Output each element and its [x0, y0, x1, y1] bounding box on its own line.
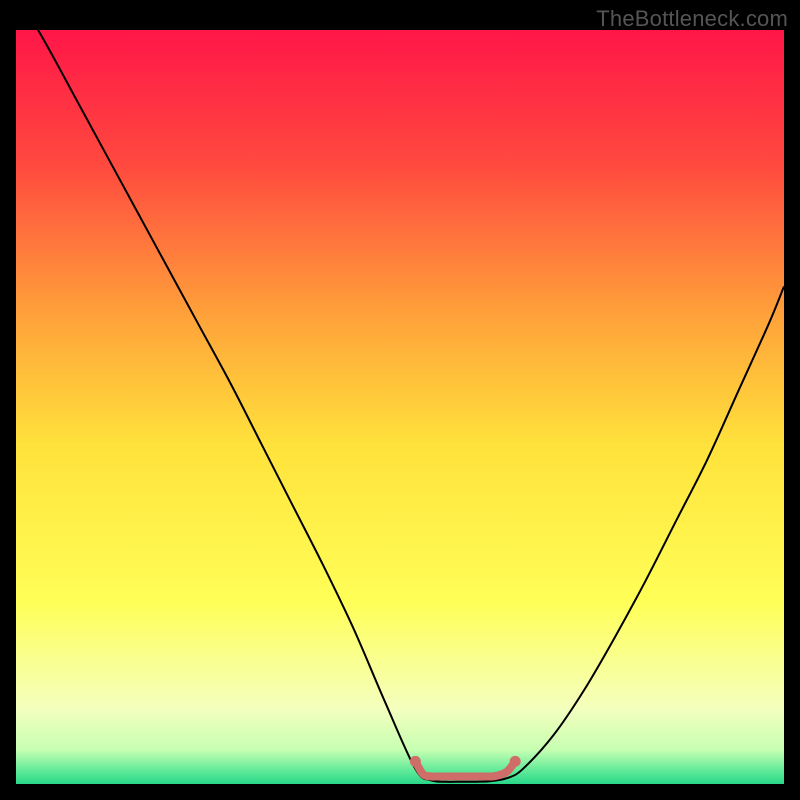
- chart-background: [16, 30, 784, 784]
- watermark-text: TheBottleneck.com: [596, 6, 788, 32]
- optimal-band-point: [451, 773, 457, 779]
- optimal-band-point: [474, 773, 480, 779]
- optimal-band-point: [435, 773, 441, 779]
- optimal-band-point: [510, 756, 521, 767]
- optimal-band-point: [420, 771, 426, 777]
- optimal-band-point: [410, 756, 421, 767]
- optimal-band-point: [458, 773, 464, 779]
- optimal-band-point: [489, 773, 495, 779]
- optimal-band-point: [466, 773, 472, 779]
- optimal-band-point: [504, 768, 510, 774]
- optimal-band-point: [497, 772, 503, 778]
- chart-frame: [16, 30, 784, 784]
- optimal-band-point: [443, 773, 449, 779]
- bottleneck-chart: [16, 30, 784, 784]
- optimal-band-point: [481, 773, 487, 779]
- optimal-band-point: [428, 773, 434, 779]
